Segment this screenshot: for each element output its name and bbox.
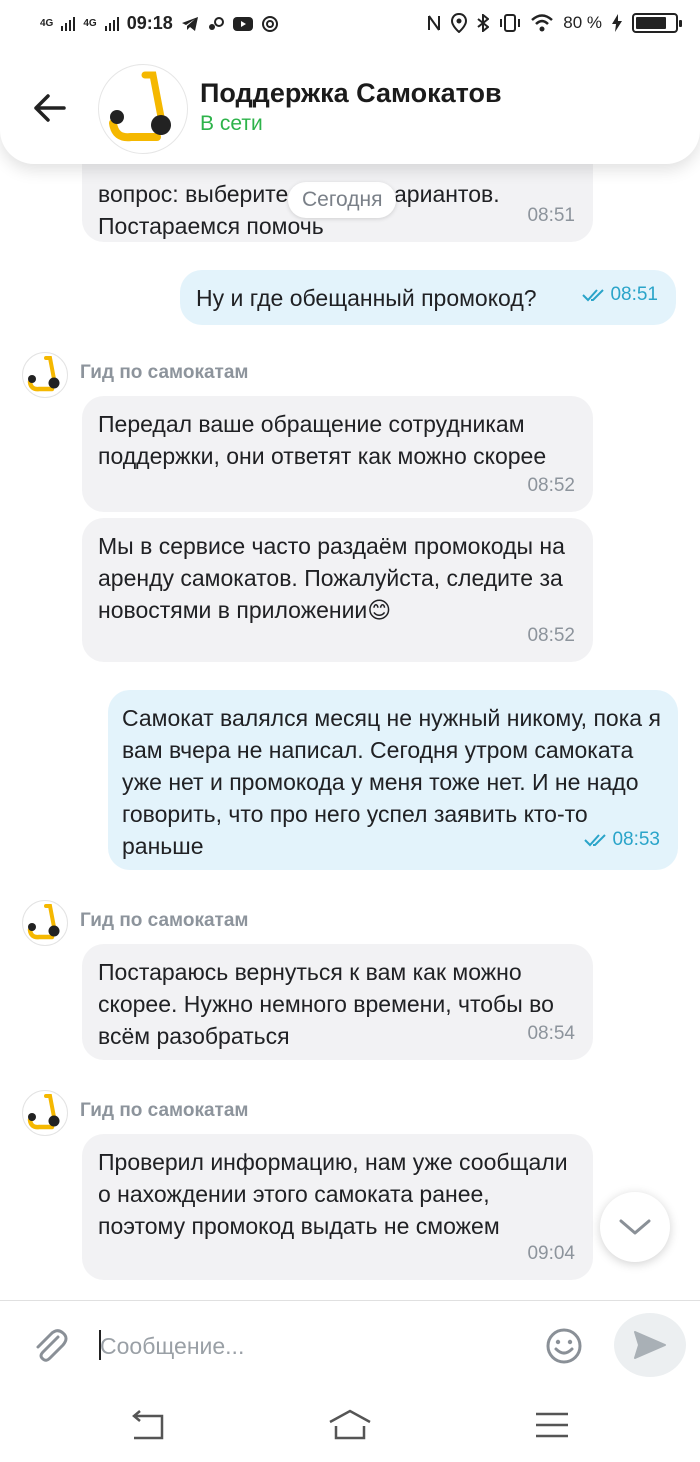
scooter-logo-icon (27, 1094, 60, 1130)
message-bubble: Передал ваше обращение сотрудникам подде… (82, 396, 593, 512)
scooter-logo-icon (27, 356, 60, 392)
system-nav-bar (0, 1388, 700, 1462)
message-time: 08:51 (527, 205, 575, 226)
text-caret (99, 1330, 101, 1360)
sender-name: Гид по самокатам (80, 362, 249, 383)
message-bubble: Самокат валялся месяц не нужный никому, … (108, 690, 678, 870)
charging-icon (612, 14, 622, 32)
message-input[interactable] (98, 1327, 522, 1365)
message-bubble: Постараюсь вернуться к вам как можно ско… (82, 944, 593, 1060)
clock: 09:18 (126, 13, 173, 33)
avatar[interactable] (22, 1090, 68, 1136)
scooter-logo-icon (109, 71, 171, 142)
message-time: 08:51 (582, 279, 658, 311)
message-time: 09:04 (527, 1243, 575, 1264)
smiley-icon[interactable] (545, 1327, 583, 1365)
signal-bars-icon (104, 16, 119, 31)
avatar[interactable] (22, 900, 68, 946)
nfc-icon (428, 15, 441, 31)
message-text: Постараюсь вернуться к вам как можно ско… (98, 959, 554, 1049)
message-time: 08:52 (527, 625, 575, 646)
double-check-icon (582, 289, 605, 302)
chat-header: Поддержка Самокатов В сети (0, 52, 700, 164)
wifi-icon (531, 14, 554, 32)
sender-name: Гид по самокатам (80, 1100, 249, 1121)
avatar[interactable] (22, 352, 68, 398)
paperclip-icon[interactable] (30, 1325, 70, 1365)
message-bubble: Мы в сервисе часто раздаём промокоды на … (82, 518, 593, 662)
arrow-left-icon[interactable] (30, 88, 70, 128)
message-text: Постараемся помочь (98, 213, 324, 239)
message-time-text: 08:51 (610, 284, 658, 305)
bluetooth-icon (477, 14, 490, 32)
online-status: В сети (200, 112, 263, 135)
message-time: 08:53 (584, 824, 660, 856)
message-text: Самокат валялся месяц не нужный никому, … (122, 705, 661, 859)
message-time: 08:52 (527, 475, 575, 496)
home-nav-icon[interactable] (328, 1408, 372, 1442)
telegram-icon (181, 16, 198, 31)
message-time: 08:54 (527, 1023, 575, 1044)
message-text: Передал ваше обращение сотрудникам подде… (98, 411, 547, 469)
message-text: Мы в сервисе часто раздаём промокоды на … (98, 533, 565, 623)
message-bubble: Проверил информацию, нам уже сообщали о … (82, 1134, 593, 1280)
menu-nav-icon[interactable] (530, 1408, 574, 1442)
scroll-down-button[interactable] (600, 1192, 670, 1262)
message-bubble: Ну и где обещанный промокод? 08:51 (180, 270, 676, 325)
double-check-icon (584, 834, 607, 847)
sender-name: Гид по самокатам (80, 910, 249, 931)
battery-level (636, 17, 667, 29)
steam-icon (208, 16, 224, 30)
message-text: Проверил информацию, нам уже сообщали о … (98, 1149, 568, 1239)
message-time-text: 08:53 (612, 829, 660, 850)
date-separator: Сегодня (288, 182, 397, 218)
youtube-icon (232, 16, 253, 31)
message-composer (0, 1300, 700, 1389)
page-title: Поддержка Самокатов (200, 78, 502, 108)
battery-icon (632, 13, 682, 33)
location-icon (451, 13, 468, 33)
chevron-down-icon (619, 1219, 651, 1235)
scooter-logo-icon (27, 904, 60, 940)
send-icon (634, 1331, 666, 1359)
vibrate-icon (500, 14, 521, 32)
chat-area[interactable]: вопрос: выберите один из вариантов. Пост… (0, 0, 700, 1300)
message-text: Ну и где обещанный промокод? (196, 285, 537, 311)
signal-4g-1: 4G (40, 17, 54, 29)
status-bar: 4G 4G 09:18 80 % (0, 0, 700, 52)
send-button[interactable] (614, 1313, 686, 1377)
avatar[interactable] (98, 64, 188, 154)
back-nav-icon[interactable] (126, 1408, 170, 1442)
battery-percent: 80 % (563, 13, 602, 32)
signal-bars-icon (61, 16, 76, 31)
at-icon (261, 15, 278, 32)
signal-4g-2: 4G (83, 17, 97, 29)
